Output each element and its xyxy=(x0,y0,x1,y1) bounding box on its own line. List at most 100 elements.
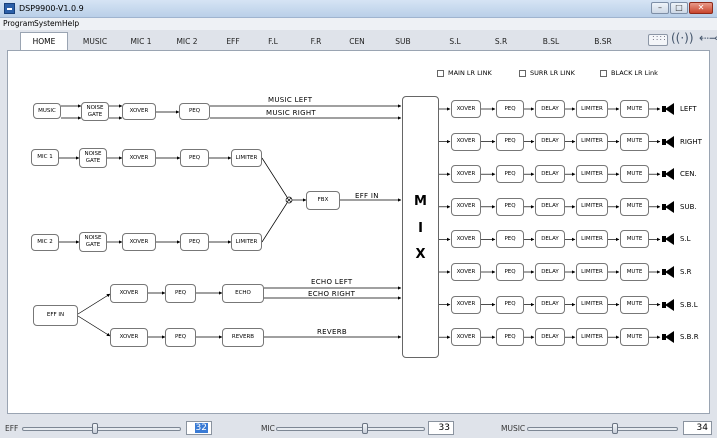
menu-system[interactable]: System xyxy=(34,19,62,28)
output-left-peq-block[interactable]: PEQ xyxy=(496,100,524,118)
echo-block[interactable]: ECHO xyxy=(222,284,264,303)
mix-block[interactable]: M I X xyxy=(402,96,439,358)
tab-sub[interactable]: SUB xyxy=(383,34,423,50)
mic2-noise-gate-block[interactable]: NOISE GATE xyxy=(79,232,107,252)
output-left-label: LEFT xyxy=(680,105,697,113)
output-right-delay-block[interactable]: DELAY xyxy=(535,132,565,151)
output-s-l-label: S.L xyxy=(680,235,691,244)
output-s-l-peq-block[interactable]: PEQ xyxy=(496,230,524,249)
output-s-r-limiter-block[interactable]: LIMITER xyxy=(576,263,608,281)
output-cen-limiter-block[interactable]: LIMITER xyxy=(576,165,608,184)
output-cen-xover-block[interactable]: XOVER xyxy=(451,165,481,184)
tab-sr[interactable]: S.R xyxy=(484,34,518,50)
output-sub-limiter-block[interactable]: LIMITER xyxy=(576,197,608,216)
output-right-mute-block[interactable]: MUTE xyxy=(620,132,649,151)
output-s-l-mute-block[interactable]: MUTE xyxy=(620,230,649,249)
fbx-block[interactable]: FBX xyxy=(306,191,340,210)
output-right-xover-block[interactable]: XOVER xyxy=(451,132,481,151)
black-lr-link-checkbox[interactable]: BLACK LR Link xyxy=(600,69,658,77)
mic2-xover-block[interactable]: XOVER xyxy=(122,233,156,251)
close-button[interactable]: ✕ xyxy=(689,2,713,14)
eff-xover-bottom-block[interactable]: XOVER xyxy=(110,328,148,347)
eff-peq-top-block[interactable]: PEQ xyxy=(165,284,196,303)
output-s-r-xover-block[interactable]: XOVER xyxy=(451,263,481,281)
output-s-r-delay-block[interactable]: DELAY xyxy=(535,263,565,281)
output-s-b-l-limiter-block[interactable]: LIMITER xyxy=(576,295,608,314)
eff-peq-bottom-block[interactable]: PEQ xyxy=(165,328,196,347)
eff-slider-thumb[interactable] xyxy=(92,423,99,434)
tab-fr[interactable]: F.R xyxy=(298,34,334,50)
mic-slider-track[interactable] xyxy=(276,427,425,431)
output-s-b-r-xover-block[interactable]: XOVER xyxy=(451,328,481,347)
mic-slider-thumb[interactable] xyxy=(362,423,369,434)
output-s-l-xover-block[interactable]: XOVER xyxy=(451,230,481,249)
main-lr-link-checkbox[interactable]: MAIN LR LINK xyxy=(437,69,492,77)
tab-music[interactable]: MUSIC xyxy=(72,34,118,50)
mic2-peq-block[interactable]: PEQ xyxy=(180,233,209,251)
output-s-l-limiter-block[interactable]: LIMITER xyxy=(576,230,608,249)
output-s-b-l-delay-block[interactable]: DELAY xyxy=(535,295,565,314)
eff-slider-track[interactable] xyxy=(22,427,181,431)
mic2-limiter-block[interactable]: LIMITER xyxy=(231,233,262,251)
tab-bsl[interactable]: B.SL xyxy=(533,34,569,50)
output-left-xover-block[interactable]: XOVER xyxy=(451,100,481,118)
output-s-b-l-xover-block[interactable]: XOVER xyxy=(451,295,481,314)
mic1-input-block[interactable]: MIC 1 xyxy=(31,149,59,166)
tab-home[interactable]: HOME xyxy=(20,32,68,51)
music-value-field[interactable]: 34 xyxy=(683,421,712,435)
mic2-input-block[interactable]: MIC 2 xyxy=(31,234,59,251)
music-peq-block[interactable]: PEQ xyxy=(179,103,210,120)
output-sub-mute-block[interactable]: MUTE xyxy=(620,197,649,216)
menu-help[interactable]: Help xyxy=(62,19,79,28)
usb-icon[interactable]: ⇠⊸ xyxy=(699,31,717,45)
maximize-button[interactable]: □ xyxy=(670,2,688,14)
output-s-b-r-mute-block[interactable]: MUTE xyxy=(620,328,649,347)
mic1-xover-block[interactable]: XOVER xyxy=(122,149,156,167)
surr-lr-link-checkbox[interactable]: SURR LR LINK xyxy=(519,69,575,77)
tab-cen[interactable]: CEN xyxy=(337,34,377,50)
keyboard-icon[interactable] xyxy=(648,33,668,46)
output-sub-delay-block[interactable]: DELAY xyxy=(535,197,565,216)
menu-program[interactable]: Program xyxy=(3,19,35,28)
output-sub-peq-block[interactable]: PEQ xyxy=(496,197,524,216)
output-s-l-delay-block[interactable]: DELAY xyxy=(535,230,565,249)
output-s-r-peq-block[interactable]: PEQ xyxy=(496,263,524,281)
tab-sl[interactable]: S.L xyxy=(438,34,472,50)
mic1-noise-gate-block[interactable]: NOISE GATE xyxy=(79,148,107,168)
eff-input-block[interactable]: EFF IN xyxy=(33,305,78,326)
reverb-block[interactable]: REVERB xyxy=(222,328,264,347)
music-xover-block[interactable]: XOVER xyxy=(122,103,156,120)
output-s-b-l-mute-block[interactable]: MUTE xyxy=(620,295,649,314)
tab-bsr[interactable]: B.SR xyxy=(583,34,623,50)
output-left-mute-block[interactable]: MUTE xyxy=(620,100,649,118)
music-input-block[interactable]: MUSIC xyxy=(33,103,61,119)
output-cen-mute-block[interactable]: MUTE xyxy=(620,165,649,184)
output-right-limiter-block[interactable]: LIMITER xyxy=(576,132,608,151)
mic1-peq-block[interactable]: PEQ xyxy=(180,149,209,167)
minimize-button[interactable]: – xyxy=(651,2,669,14)
output-s-r-mute-block[interactable]: MUTE xyxy=(620,263,649,281)
output-right-peq-block[interactable]: PEQ xyxy=(496,132,524,151)
tab-fl[interactable]: F.L xyxy=(255,34,291,50)
tab-eff[interactable]: EFF xyxy=(213,34,253,50)
output-sub-xover-block[interactable]: XOVER xyxy=(451,197,481,216)
music-slider-track[interactable] xyxy=(527,427,678,431)
eff-value-field[interactable]: 32 xyxy=(186,421,212,435)
wireless-icon[interactable]: ((·)) xyxy=(671,31,694,45)
output-cen-peq-block[interactable]: PEQ xyxy=(496,165,524,184)
music-slider-thumb[interactable] xyxy=(611,423,618,434)
output-s-b-r-limiter-block[interactable]: LIMITER xyxy=(576,328,608,347)
tab-mic2[interactable]: MIC 2 xyxy=(166,34,208,50)
music-noise-gate-block[interactable]: NOISE GATE xyxy=(81,102,109,121)
output-left-limiter-block[interactable]: LIMITER xyxy=(576,100,608,118)
output-left-delay-block[interactable]: DELAY xyxy=(535,100,565,118)
speaker-icon xyxy=(662,266,676,278)
tab-mic1[interactable]: MIC 1 xyxy=(120,34,162,50)
output-s-b-r-peq-block[interactable]: PEQ xyxy=(496,328,524,347)
output-s-b-r-delay-block[interactable]: DELAY xyxy=(535,328,565,347)
mic-value-field[interactable]: 33 xyxy=(428,421,454,435)
eff-xover-top-block[interactable]: XOVER xyxy=(110,284,148,303)
mic1-limiter-block[interactable]: LIMITER xyxy=(231,149,262,167)
output-s-b-l-peq-block[interactable]: PEQ xyxy=(496,295,524,314)
output-cen-delay-block[interactable]: DELAY xyxy=(535,165,565,184)
